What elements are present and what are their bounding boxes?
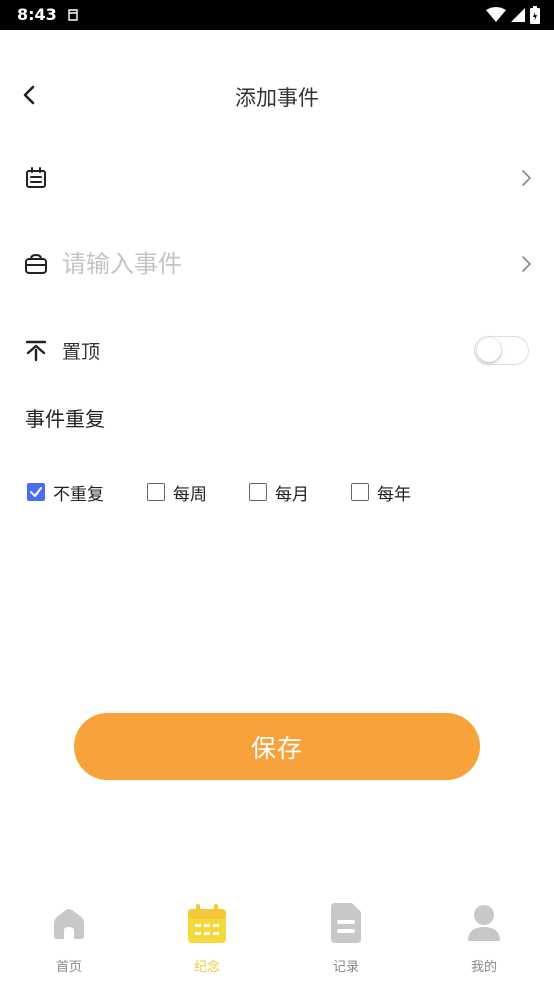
calendar-icon (188, 904, 226, 943)
pin-top-icon (25, 340, 47, 362)
repeat-option-yearly[interactable]: 每年 (351, 478, 411, 506)
check-icon (30, 487, 42, 497)
checkbox[interactable] (351, 483, 369, 501)
system-icons (486, 6, 540, 24)
signal-icon (511, 8, 525, 22)
nav-item-records[interactable]: 记录 (296, 903, 396, 975)
date-row[interactable] (0, 148, 554, 208)
bottom-nav: 首页 纪念 记录 我的 (0, 895, 554, 984)
repeat-options: 不重复 每周 每月 每年 (0, 478, 554, 506)
repeat-option-weekly[interactable]: 每周 (147, 478, 207, 506)
pin-toggle[interactable] (474, 336, 529, 365)
page-title: 添加事件 (235, 86, 319, 110)
toggle-knob (477, 338, 501, 362)
header: 添加事件 (0, 70, 554, 122)
option-label: 每年 (377, 484, 411, 505)
checkbox[interactable] (249, 483, 267, 501)
checkbox[interactable] (147, 483, 165, 501)
home-icon (54, 909, 84, 939)
status-bar: 8:43 (0, 0, 554, 30)
nav-label: 纪念 (193, 960, 220, 975)
option-label: 每月 (275, 484, 309, 505)
option-label: 不重复 (53, 484, 104, 505)
pin-row: 置顶 (0, 320, 554, 380)
pin-label: 置顶 (62, 341, 101, 363)
repeat-option-monthly[interactable]: 每月 (249, 478, 309, 506)
event-row (0, 234, 554, 294)
nav-label: 我的 (470, 960, 497, 975)
checkbox[interactable] (27, 483, 45, 501)
nav-label: 记录 (332, 960, 359, 975)
wifi-icon (486, 7, 506, 22)
calendar-icon (26, 167, 46, 188)
event-input[interactable] (62, 246, 492, 282)
chevron-right-icon[interactable] (518, 253, 534, 275)
status-time: 8:43 (17, 5, 57, 24)
repeat-title: 事件重复 (25, 407, 105, 431)
nav-item-profile[interactable]: 我的 (434, 903, 534, 975)
nav-label: 首页 (55, 960, 82, 975)
option-label: 每周 (173, 484, 207, 505)
chevron-right-icon (522, 170, 532, 186)
user-icon (468, 905, 500, 941)
repeat-option-none[interactable]: 不重复 (27, 478, 104, 506)
nav-item-anniversary[interactable]: 纪念 (157, 903, 257, 975)
document-icon (331, 903, 361, 943)
notification-icon (68, 9, 78, 21)
nav-item-home[interactable]: 首页 (19, 903, 119, 975)
battery-icon (530, 6, 540, 24)
briefcase-icon (25, 253, 47, 274)
save-button[interactable]: 保存 (74, 713, 480, 780)
